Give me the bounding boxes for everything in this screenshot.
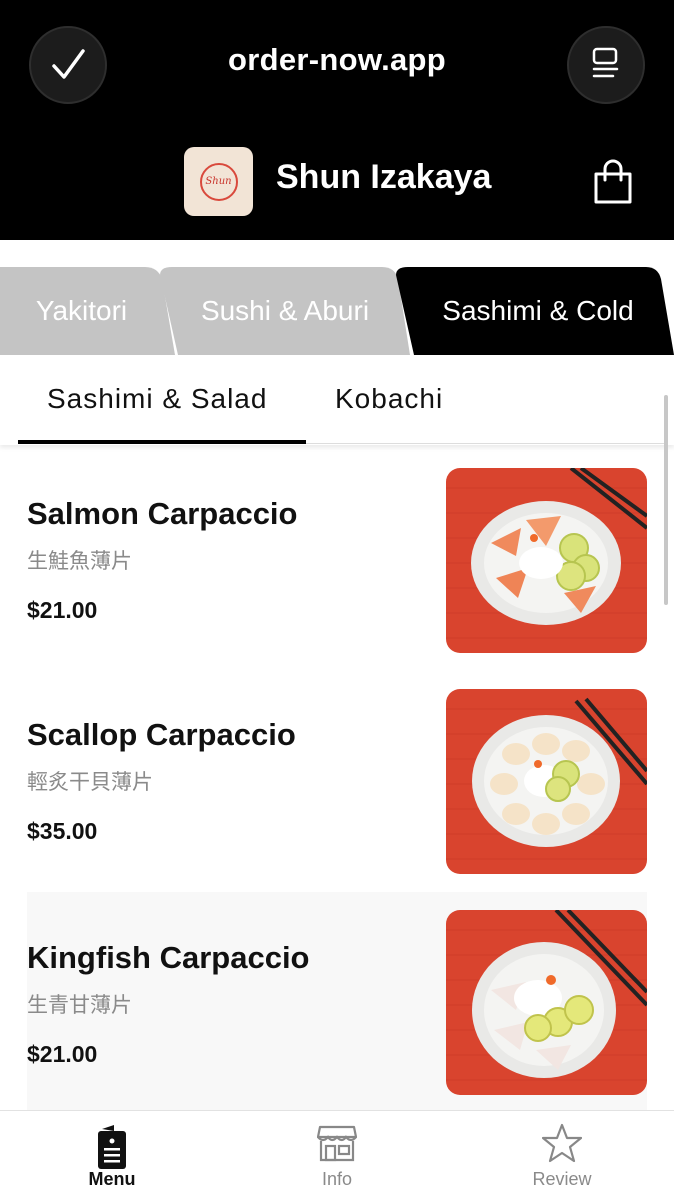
- item-photo: [446, 689, 647, 874]
- item-price: $35.00: [27, 818, 98, 844]
- store-logo: Shun: [184, 147, 253, 216]
- category-label: Yakitori: [35, 295, 128, 326]
- subtab-kobachi[interactable]: Kobachi: [335, 383, 443, 415]
- store-icon: [317, 1125, 357, 1162]
- subcategory-tabs: Sashimi & Salad Kobachi: [0, 355, 674, 445]
- menu-item[interactable]: Kingfish Carpaccio 生青甘薄片 $21.00: [27, 892, 647, 1110]
- shopping-bag-icon: [594, 159, 632, 204]
- store-name: Shun Izakaya: [276, 158, 492, 196]
- menu-item[interactable]: Salmon Carpaccio 生鮭魚薄片 $21.00: [27, 468, 647, 658]
- nav-label-info: Info: [321, 1169, 353, 1189]
- nav-label-menu: Menu: [88, 1169, 136, 1189]
- scrollbar[interactable]: [664, 395, 668, 605]
- item-price: $21.00: [27, 597, 98, 623]
- menu-book-icon: [98, 1125, 126, 1169]
- nav-review[interactable]: Review: [482, 1111, 642, 1200]
- item-subtitle: 生鮭魚薄片: [27, 549, 132, 573]
- item-photo: [446, 910, 647, 1095]
- category-tabs: Yakitori Sushi & Aburi Sashimi & Cold: [0, 267, 674, 355]
- item-name: Kingfish Carpaccio: [27, 940, 310, 975]
- category-label: Sushi & Aburi: [200, 295, 370, 326]
- menu-content: Yakitori Sushi & Aburi Sashimi & Cold Sa…: [0, 240, 674, 1110]
- nav-menu[interactable]: Menu: [32, 1111, 192, 1200]
- active-subtab-indicator: [18, 440, 306, 444]
- logo-text: Shun: [205, 176, 232, 187]
- item-price: $21.00: [27, 1041, 98, 1067]
- item-name: Salmon Carpaccio: [27, 496, 298, 531]
- category-tab-sashimi[interactable]: Sashimi & Cold: [396, 267, 674, 355]
- star-icon: [542, 1123, 582, 1163]
- page-menu-button[interactable]: [567, 26, 645, 104]
- item-photo: [446, 468, 647, 653]
- nav-info[interactable]: Info: [257, 1111, 417, 1200]
- bottom-navigation: Menu Info Review: [0, 1110, 674, 1200]
- category-tab-yakitori[interactable]: Yakitori: [0, 267, 175, 355]
- category-tab-sushi[interactable]: Sushi & Aburi: [160, 267, 410, 355]
- subtab-sashimi-salad[interactable]: Sashimi & Salad: [47, 383, 267, 415]
- nav-label-review: Review: [532, 1169, 592, 1189]
- menu-list-icon: [592, 47, 619, 78]
- category-label: Sashimi & Cold: [442, 295, 634, 326]
- item-subtitle: 生青甘薄片: [27, 993, 132, 1017]
- menu-item[interactable]: Scallop Carpaccio 輕炙干貝薄片 $35.00: [27, 689, 647, 879]
- item-name: Scallop Carpaccio: [27, 717, 296, 752]
- browser-header: order-now.app Shun Shun Izakaya: [0, 0, 674, 240]
- cart-button[interactable]: [590, 158, 636, 206]
- item-subtitle: 輕炙干貝薄片: [27, 770, 153, 794]
